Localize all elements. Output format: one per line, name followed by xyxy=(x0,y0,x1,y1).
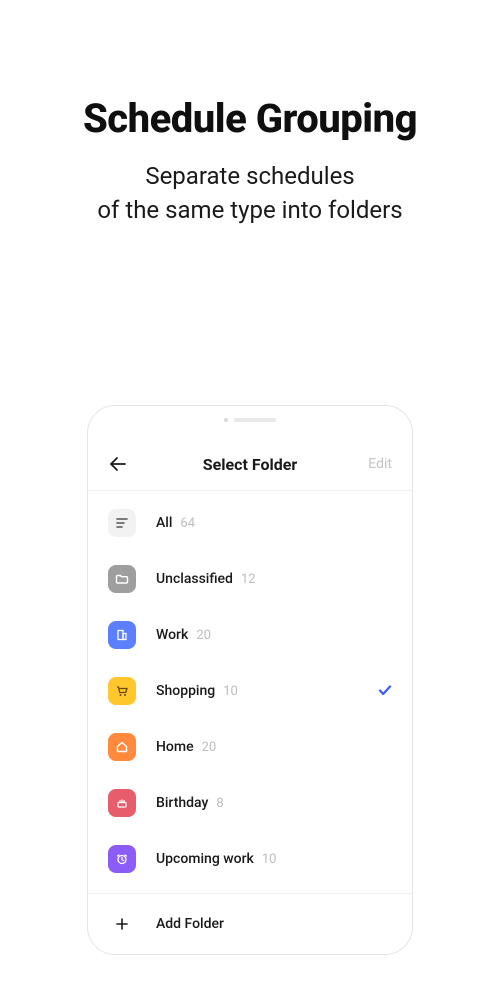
list-icon xyxy=(108,509,136,537)
folder-label: Birthday xyxy=(156,795,208,811)
folder-label: Shopping xyxy=(156,683,215,699)
arrow-left-icon xyxy=(110,457,126,471)
folder-label: Work xyxy=(156,627,188,643)
add-folder-label: Add Folder xyxy=(156,916,224,932)
building-icon xyxy=(108,621,136,649)
folder-count: 64 xyxy=(180,516,195,531)
plus-icon xyxy=(108,910,136,938)
folder-count: 10 xyxy=(262,852,277,867)
folder-label: Upcoming work xyxy=(156,851,254,867)
home-icon xyxy=(108,733,136,761)
panel-title: Select Folder xyxy=(203,455,297,474)
cart-icon xyxy=(108,677,136,705)
folder-count: 12 xyxy=(241,572,256,587)
folder-item-upcoming[interactable]: Upcoming work 10 xyxy=(88,831,412,887)
folder-item-shopping[interactable]: Shopping 10 xyxy=(88,663,412,719)
folder-item-work[interactable]: Work 20 xyxy=(88,607,412,663)
phone-frame: Select Folder Edit All 64 Unclassified 1… xyxy=(87,405,413,955)
folder-item-home[interactable]: Home 20 xyxy=(88,719,412,775)
page-subtitle: Separate schedules of the same type into… xyxy=(0,160,500,227)
back-button[interactable] xyxy=(108,454,128,474)
folder-count: 8 xyxy=(216,796,223,811)
folder-item-all[interactable]: All 64 xyxy=(88,491,412,551)
folder-label: All xyxy=(156,515,172,531)
folder-label: Unclassified xyxy=(156,571,233,587)
folder-label: Home xyxy=(156,739,194,755)
folder-item-birthday[interactable]: Birthday 8 xyxy=(88,775,412,831)
folder-icon xyxy=(108,565,136,593)
panel-header: Select Folder Edit xyxy=(88,434,412,490)
check-icon xyxy=(378,682,392,701)
folder-count: 20 xyxy=(202,740,217,755)
phone-notch xyxy=(88,406,412,434)
folder-list: All 64 Unclassified 12 Work 20 Shopping … xyxy=(88,491,412,887)
add-folder-button[interactable]: Add Folder xyxy=(88,893,412,952)
folder-count: 20 xyxy=(196,628,211,643)
page-title: Schedule Grouping xyxy=(0,95,500,142)
edit-button[interactable]: Edit xyxy=(368,456,392,472)
folder-count: 10 xyxy=(223,684,238,699)
clock-icon xyxy=(108,845,136,873)
folder-item-unclassified[interactable]: Unclassified 12 xyxy=(88,551,412,607)
cake-icon xyxy=(108,789,136,817)
